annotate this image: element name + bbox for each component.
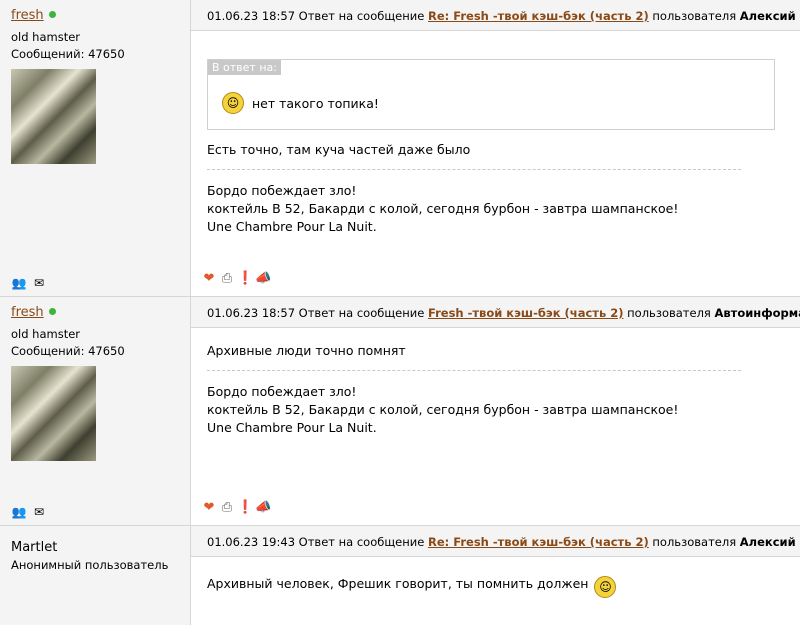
post-actions: ❤ ⎙ ❗ 📣 (201, 500, 271, 516)
user-prefix: пользователя (627, 306, 711, 320)
post-text: Архивные люди точно помнят (207, 343, 800, 358)
quote-label: В ответ на: (208, 60, 281, 75)
signature-line: Une Chambre Pour La Nuit. (207, 419, 800, 437)
signature-line: Бордо побеждает зло! (207, 182, 784, 200)
forum-post: fresh old hamster Сообщений: 47650 👥 ✉ 0… (0, 0, 800, 297)
smiley-icon: ☺ (222, 92, 244, 114)
reply-prefix: Ответ на сообщение (299, 9, 425, 23)
signature: Бордо побеждает зло! коктейль В 52, Бака… (207, 182, 784, 236)
user-rank: Анонимный пользователь (11, 557, 190, 574)
add-contact-icon[interactable]: 👥 (11, 505, 27, 519)
username: Martlet (11, 540, 190, 555)
megaphone-icon[interactable]: 📣 (255, 500, 271, 516)
avatar[interactable] (11, 366, 96, 461)
signature-line: Бордо побеждает зло! (207, 383, 800, 401)
thread-link[interactable]: Re: Fresh -твой кэш-бэк (часть 2) (428, 9, 649, 23)
heart-icon[interactable]: ❤ (201, 271, 217, 287)
reply-to-user[interactable]: Алексий (740, 9, 796, 23)
post-date: 01.06.23 18:57 (207, 9, 295, 23)
forum-post: Martlet Анонимный пользователь 01.06.23 … (0, 526, 800, 625)
signature-line: коктейль В 52, Бакарди с колой, сегодня … (207, 401, 800, 419)
grin-smiley-icon: ☺ (594, 576, 616, 598)
signature-line: коктейль В 52, Бакарди с колой, сегодня … (207, 200, 784, 218)
alert-icon[interactable]: ❗ (237, 271, 253, 287)
post-body: В ответ на: ☺ нет такого топика! Есть то… (191, 31, 800, 236)
post-author-panel: fresh old hamster Сообщений: 47650 👥 ✉ (0, 297, 191, 525)
quote-block: В ответ на: ☺ нет такого топика! (207, 59, 775, 130)
post-header: 01.06.23 19:43 Ответ на сообщение Re: Fr… (191, 526, 800, 557)
quote-text: нет такого топика! (252, 96, 379, 111)
thread-link[interactable]: Fresh -твой кэш-бэк (часть 2) (428, 306, 624, 320)
add-contact-icon[interactable]: 👥 (11, 276, 27, 290)
post-text: Есть точно, там куча частей даже было (207, 142, 784, 157)
post-text: Архивный человек, Фрешик говорит, ты пом… (207, 576, 588, 591)
post-date: 01.06.23 18:57 (207, 306, 295, 320)
user-prefix: пользователя (652, 9, 736, 23)
alert-icon[interactable]: ❗ (237, 500, 253, 516)
post-body: Архивный человек, Фрешик говорит, ты пом… (191, 576, 800, 598)
username-link[interactable]: fresh (11, 8, 44, 23)
post-author-panel: Martlet Анонимный пользователь (0, 526, 191, 625)
post-date: 01.06.23 19:43 (207, 535, 295, 549)
reply-to-user[interactable]: Алексий (740, 535, 796, 549)
reply-prefix: Ответ на сообщение (299, 535, 425, 549)
post-header: 01.06.23 18:57 Ответ на сообщение Re: Fr… (191, 0, 800, 31)
envelope-icon[interactable]: ✉ (31, 276, 47, 290)
signature: Бордо побеждает зло! коктейль В 52, Бака… (207, 383, 800, 437)
reply-to-user[interactable]: Автоинформатор (715, 306, 800, 320)
post-header: 01.06.23 18:57 Ответ на сообщение Fresh … (191, 297, 800, 328)
user-rank: old hamster (11, 29, 190, 46)
megaphone-icon[interactable]: 📣 (255, 271, 271, 287)
message-count: Сообщений: 47650 (11, 343, 190, 360)
avatar[interactable] (11, 69, 96, 164)
signature-line: Une Chambre Pour La Nuit. (207, 218, 784, 236)
post-body: Архивные люди точно помнят Бордо побежда… (191, 328, 800, 437)
post-actions: ❤ ⎙ ❗ 📣 (201, 271, 271, 287)
message-count: Сообщений: 47650 (11, 46, 190, 63)
printer-icon[interactable]: ⎙ (219, 271, 235, 287)
printer-icon[interactable]: ⎙ (219, 500, 235, 516)
reply-prefix: Ответ на сообщение (299, 306, 425, 320)
envelope-icon[interactable]: ✉ (31, 505, 47, 519)
online-status-icon (49, 11, 56, 18)
username-link[interactable]: fresh (11, 305, 44, 320)
heart-icon[interactable]: ❤ (201, 500, 217, 516)
signature-divider (207, 169, 741, 170)
signature-divider (207, 370, 741, 371)
user-prefix: пользователя (652, 535, 736, 549)
forum-post: fresh old hamster Сообщений: 47650 👥 ✉ 0… (0, 297, 800, 526)
post-author-panel: fresh old hamster Сообщений: 47650 👥 ✉ (0, 0, 191, 296)
thread-link[interactable]: Re: Fresh -твой кэш-бэк (часть 2) (428, 535, 649, 549)
user-rank: old hamster (11, 326, 190, 343)
online-status-icon (49, 308, 56, 315)
